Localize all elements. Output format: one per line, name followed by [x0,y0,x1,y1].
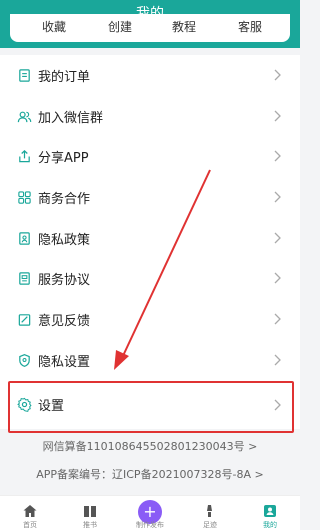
tab-label: 首页 [23,521,37,529]
menu-item-label: 我的订单 [38,69,91,85]
menu-item-privacy-settings[interactable]: 隐私设置 [0,340,300,381]
bottom-tab-bar: 首页 推书 + 制作发布 足迹 我的 [0,495,300,530]
tab-label: 推书 [83,521,97,529]
menu-item-label: 隐私政策 [38,232,91,248]
menu-item-label: 意见反馈 [38,313,91,329]
chevron-right-icon [274,191,281,203]
chevron-right-icon [274,110,281,122]
menu-item-label: 加入微信群 [38,110,104,126]
menu-item-business[interactable]: 商务合作 [0,177,300,218]
menu-item-privacy-policy[interactable]: 隐私政策 [0,218,300,259]
quick-actions-card: 收藏 创建 教程 客服 [10,14,290,42]
menu-item-label: 服务协议 [38,273,91,289]
menu-item-wechat-group[interactable]: 加入微信群 [0,96,300,137]
chevron-right-icon [274,272,281,284]
menu-item-share-app[interactable]: 分享APP [0,136,300,177]
icp-app-record-link[interactable]: APP备案编号：辽ICP备2021007328号-8A > [0,466,300,482]
chevron-right-icon [274,354,281,366]
quick-tutorial[interactable]: 教程 [154,18,214,35]
tab-mine[interactable]: 我的 [240,496,300,530]
menu-item-orders[interactable]: 我的订单 [0,55,300,96]
icp-net-record-link[interactable]: 网信算备110108645502801230043号 > [0,438,300,454]
menu-item-settings[interactable]: 设置 [0,381,300,429]
menu-item-label: 商务合作 [38,191,91,207]
home-icon [23,505,37,517]
privacy-doc-icon [16,230,32,246]
share-icon [16,149,32,165]
tab-books[interactable]: 推书 [60,496,120,530]
tab-home[interactable]: 首页 [0,496,60,530]
footprint-icon [207,505,212,517]
grid-icon [16,189,32,205]
user-icon [264,505,276,517]
menu-item-feedback[interactable]: 意见反馈 [0,299,300,340]
tab-publish[interactable]: + 制作发布 [120,496,180,530]
chevron-right-icon [274,69,281,81]
tab-footprint[interactable]: 足迹 [180,496,240,530]
feedback-icon [16,311,32,327]
quick-favorites[interactable]: 收藏 [24,18,84,35]
tab-label: 我的 [263,521,277,529]
menu-item-label: 隐私设置 [38,354,91,370]
group-icon [16,108,32,124]
chevron-right-icon [274,232,281,244]
tab-label: 足迹 [203,521,217,529]
tab-label: 制作发布 [136,521,164,529]
quick-support[interactable]: 客服 [220,18,280,35]
menu-item-label: 设置 [38,399,65,414]
menu-item-service-agreement[interactable]: 服务协议 [0,258,300,299]
agreement-icon [16,271,32,287]
chevron-right-icon [274,313,281,325]
settings-menu: 我的订单 加入微信群 分享APP 商务合作 隐私政策 服务协议 意见反馈 隐私设… [0,55,300,429]
quick-create[interactable]: 创建 [90,18,150,35]
chevron-right-icon [274,150,281,162]
gear-icon [16,397,32,413]
order-icon [16,67,32,83]
book-icon [84,506,96,517]
menu-item-label: 分享APP [38,151,89,167]
chevron-right-icon [274,399,281,410]
shield-icon [16,352,32,368]
